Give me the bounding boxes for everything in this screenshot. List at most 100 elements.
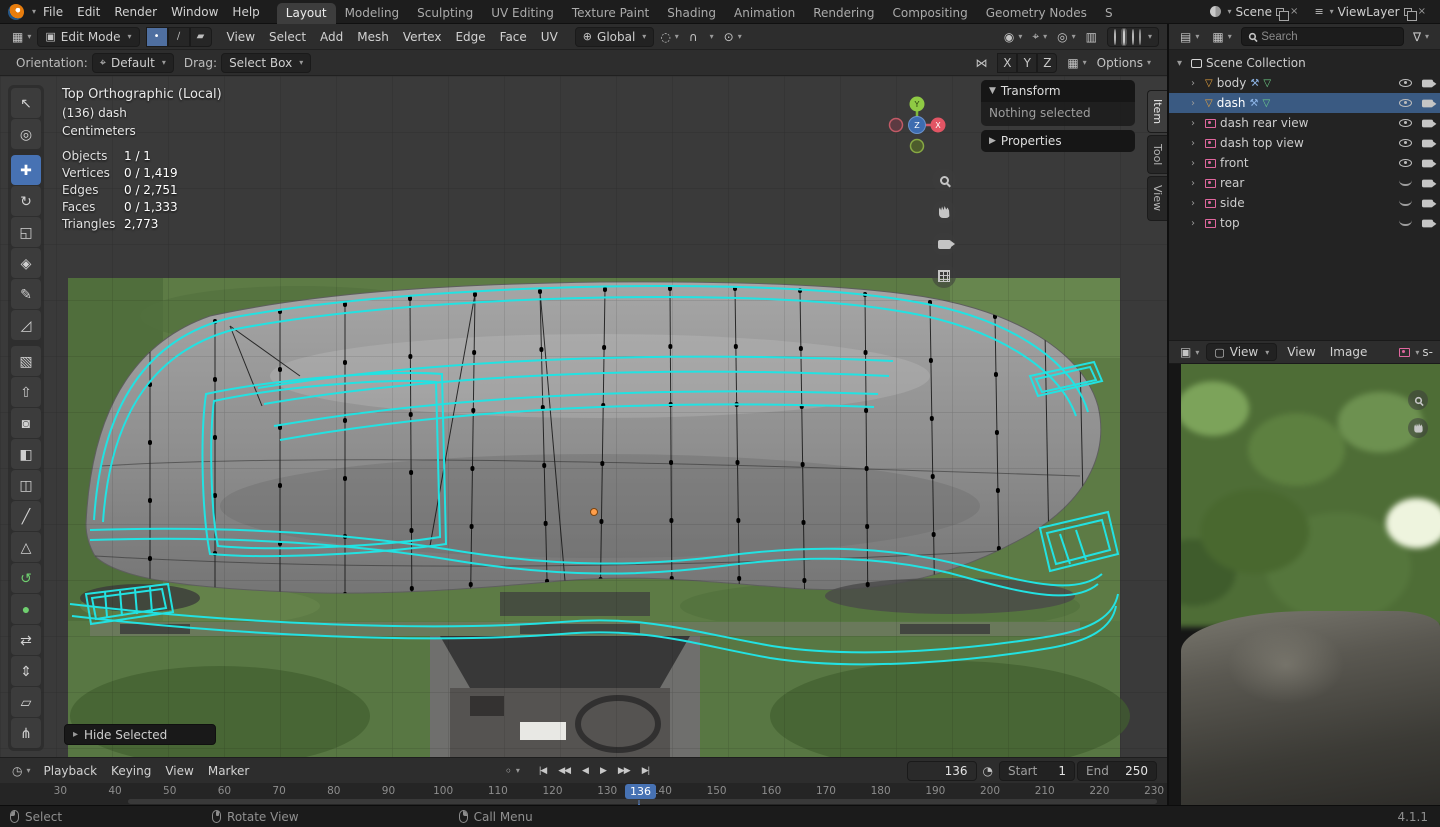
disable-in-renders-toggle[interactable] <box>1422 139 1433 147</box>
blender-logo-icon[interactable] <box>8 4 24 20</box>
viewport-canvas[interactable] <box>0 76 1167 757</box>
orientation-dropdown[interactable]: ⌖ Default ▾ <box>92 53 174 73</box>
select-box-tool[interactable]: ↖ <box>11 88 41 118</box>
disclosure-icon[interactable]: › <box>1191 158 1201 169</box>
edge-select-mode[interactable]: ∕ <box>168 27 190 47</box>
workspace-tab[interactable]: Animation <box>725 3 804 24</box>
menu-item[interactable]: View <box>220 28 262 46</box>
side[interactable]: › ▽ side ⚒ ▽ <box>1169 193 1440 213</box>
menu-item[interactable]: Edge <box>448 28 492 46</box>
frame-start-field[interactable]: Start 1 <box>999 761 1075 781</box>
current-frame-indicator[interactable]: 136 <box>625 784 656 799</box>
camera-view-button[interactable] <box>932 232 956 256</box>
face-select-mode[interactable]: ▰ <box>190 27 212 47</box>
use-preview-range-button[interactable]: ◔ <box>979 762 997 780</box>
wireframe-shading-button[interactable] <box>1114 30 1116 44</box>
jump-to-start[interactable]: |◀ <box>534 762 551 779</box>
menu-item[interactable]: Keying <box>104 762 158 780</box>
edge-slide-tool[interactable]: ⇄ <box>11 625 41 655</box>
transform-tool[interactable]: ◈ <box>11 248 41 278</box>
navigation-gizmo[interactable]: Y X Z <box>886 94 948 159</box>
workspace-tab[interactable]: Sculpting <box>408 3 482 24</box>
3d-viewport[interactable]: ↖ ◎ ✚ ↻ ◱ ◈ ✎ ◿ ▧ ⇧ <box>0 76 1167 757</box>
play[interactable]: ▶ <box>595 762 611 779</box>
outliner-display-mode-button[interactable]: ▦▾ <box>1208 28 1235 46</box>
timeline-editor-type-button[interactable]: ◷▾ <box>8 762 35 780</box>
workspace-tab[interactable]: UV Editing <box>482 3 563 24</box>
xray-toggle-button[interactable]: ▥ <box>1082 28 1101 46</box>
menu-item[interactable]: Playback <box>37 762 105 780</box>
sidebar-tab[interactable]: Tool <box>1147 135 1167 174</box>
poly-build-tool[interactable]: △ <box>11 532 41 562</box>
hide-in-viewport-toggle[interactable] <box>1399 119 1412 127</box>
play-reverse[interactable]: ◀ <box>577 762 593 779</box>
hide-in-viewport-toggle[interactable] <box>1399 180 1412 186</box>
properties-panel-header[interactable]: ▶ Properties <box>981 130 1135 152</box>
menu-item[interactable]: Add <box>313 28 350 46</box>
mirror-axis-button[interactable]: Z <box>1037 53 1057 73</box>
rip-region-tool[interactable]: ⋔ <box>11 718 41 748</box>
menu-item[interactable]: Edit <box>70 3 107 21</box>
new-scene-icon[interactable] <box>1276 8 1284 16</box>
toggle-perspective-button[interactable] <box>932 264 956 288</box>
dash rear view[interactable]: › ▽ dash rear view ⚒ ▽ <box>1169 113 1440 133</box>
transform-panel-header[interactable]: ▼ Transform <box>981 80 1135 102</box>
disable-in-renders-toggle[interactable] <box>1422 99 1433 107</box>
pan-button[interactable] <box>1408 418 1428 438</box>
workspace-tab[interactable]: Texture Paint <box>563 3 658 24</box>
shear-tool[interactable]: ▱ <box>11 687 41 717</box>
menu-item[interactable]: Select <box>262 28 313 46</box>
image-editor-type-button[interactable]: ▣▾ <box>1176 343 1203 361</box>
disclosure-icon[interactable]: › <box>1191 98 1201 109</box>
loop-cut-tool[interactable]: ◫ <box>11 470 41 500</box>
disable-in-renders-toggle[interactable] <box>1422 199 1433 207</box>
editor-type-button[interactable]: ▦▾ <box>8 28 35 46</box>
rendered-shading-button[interactable] <box>1139 30 1141 44</box>
search-input[interactable] <box>1261 31 1397 43</box>
jump-to-end[interactable]: ▶| <box>637 762 654 779</box>
pan-button[interactable] <box>932 200 956 224</box>
snap-settings-dropdown[interactable]: ▾ <box>704 30 718 43</box>
mode-dropdown[interactable]: ▣ Edit Mode ▾ <box>37 27 139 47</box>
menu-item[interactable]: File <box>36 3 70 21</box>
filter-dropdown[interactable]: ∇▾ <box>1409 28 1433 46</box>
menu-item[interactable]: UV <box>534 28 565 46</box>
menu-item[interactable]: View <box>158 762 200 780</box>
image-editor-preview[interactable] <box>1169 364 1440 805</box>
solid-shading-button[interactable] <box>1121 28 1127 46</box>
scene-selector[interactable]: ▾ Scene × <box>1210 5 1300 19</box>
show-gizmo-dropdown[interactable]: ⌖▾ <box>1028 27 1051 46</box>
workspace-tab[interactable]: Layout <box>277 3 336 24</box>
menu-item[interactable]: Marker <box>201 762 256 780</box>
top[interactable]: › ▽ top ⚒ ▽ <box>1169 213 1440 233</box>
disable-in-renders-toggle[interactable] <box>1422 179 1433 187</box>
menu-item[interactable]: Render <box>107 3 164 21</box>
current-frame-field[interactable]: 136 <box>907 761 977 781</box>
menu-item[interactable]: Vertex <box>396 28 449 46</box>
new-viewlayer-icon[interactable] <box>1404 8 1412 16</box>
disclosure-icon[interactable]: › <box>1191 118 1201 129</box>
disclosure-icon[interactable]: › <box>1191 218 1201 229</box>
vertex-select-mode[interactable]: • <box>146 27 168 47</box>
knife-tool[interactable]: ╱ <box>11 501 41 531</box>
body[interactable]: › ▽ body ⚒ ▽ <box>1169 73 1440 93</box>
menu-item[interactable]: View <box>1280 343 1322 361</box>
options-dropdown[interactable]: Options ▾ <box>1093 54 1155 72</box>
annotate-tool[interactable]: ✎ <box>11 279 41 309</box>
menu-item[interactable]: Image <box>1323 343 1375 361</box>
menu-item[interactable]: Help <box>225 3 266 21</box>
next-keyframe[interactable]: ▶▶ <box>613 762 635 779</box>
rear[interactable]: › ▽ rear ⚒ ▽ <box>1169 173 1440 193</box>
disclosure-icon[interactable]: ▾ <box>1177 58 1187 69</box>
material-preview-button[interactable] <box>1132 30 1134 44</box>
disclosure-icon[interactable]: › <box>1191 138 1201 149</box>
workspace-tab[interactable]: Compositing <box>883 3 976 24</box>
smooth-tool[interactable]: ● <box>11 594 41 624</box>
unlink-scene-icon[interactable]: × <box>1288 6 1300 17</box>
scale-tool[interactable]: ◱ <box>11 217 41 247</box>
show-overlays-dropdown[interactable]: ◎▾ <box>1053 28 1080 46</box>
scene-collection-row[interactable]: ▾ Scene Collection <box>1169 53 1440 73</box>
dash[interactable]: › ▽ dash ⚒ ▽ <box>1169 93 1440 113</box>
menu-item[interactable]: Mesh <box>350 28 396 46</box>
rotate-tool[interactable]: ↻ <box>11 186 41 216</box>
